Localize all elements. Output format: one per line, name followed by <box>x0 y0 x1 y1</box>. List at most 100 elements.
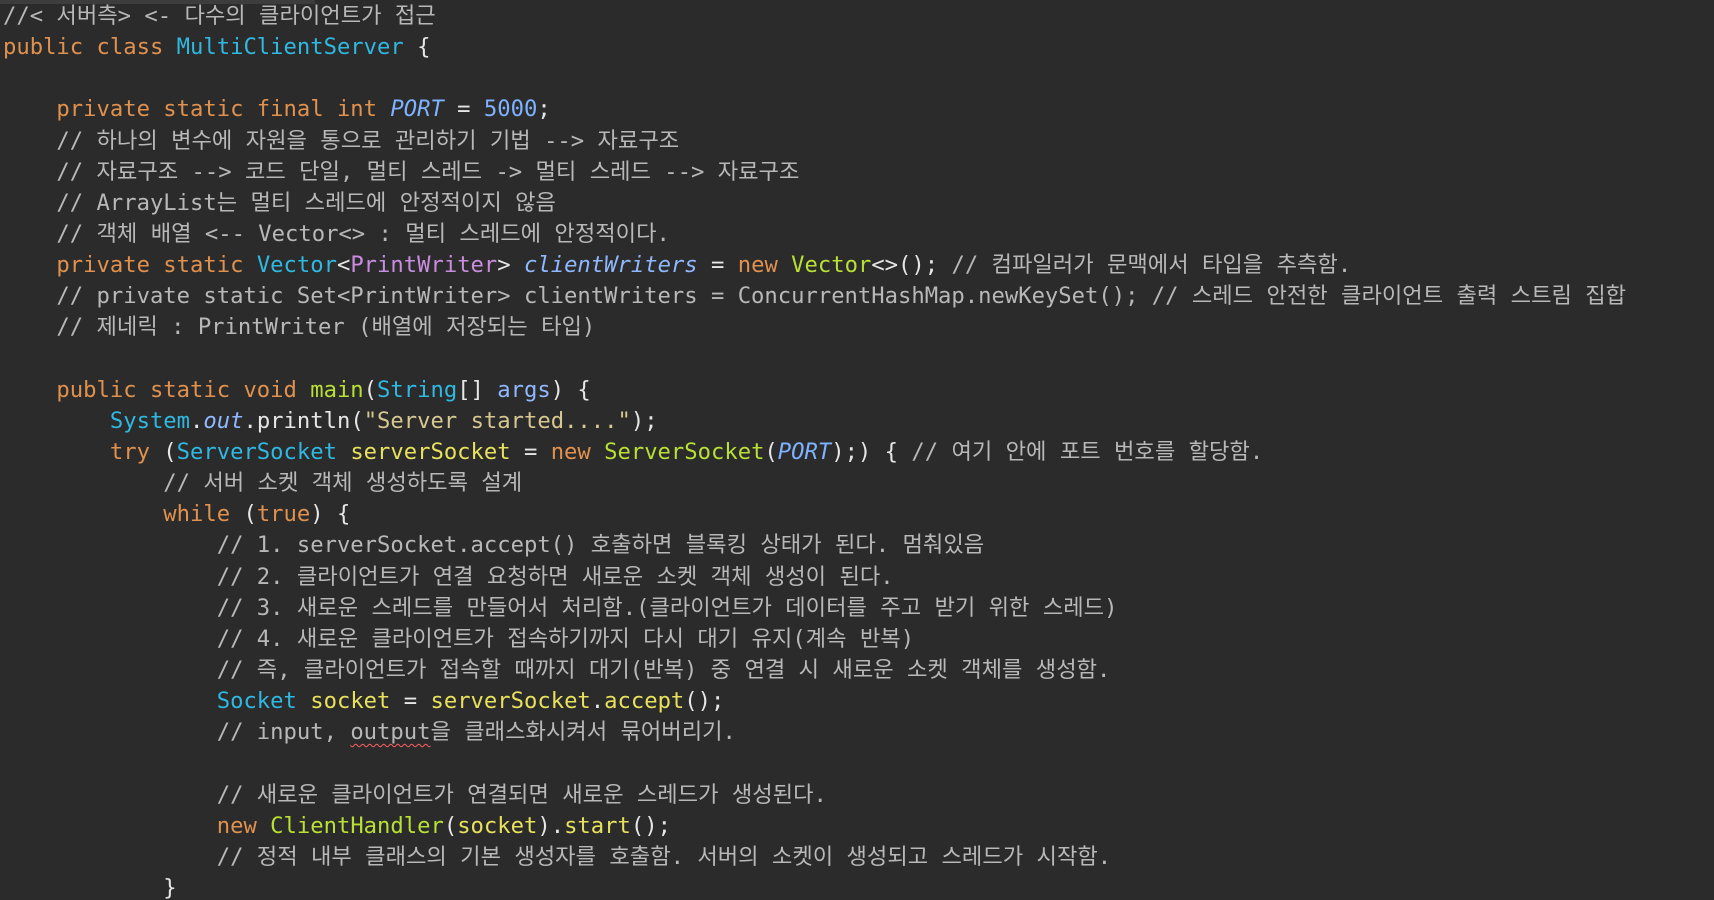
code-token-comment: // 새로운 클라이언트가 연결되면 새로운 스레드가 생성된다. <box>3 781 827 808</box>
code-token-default <box>3 688 217 714</box>
code-token-keyword: new <box>550 438 605 465</box>
code-line[interactable]: try (ServerSocket serverSocket = new Ser… <box>3 437 1626 468</box>
code-token-comment: //< 서버측> <- 다수의 클라이언트가 접근 <box>3 3 436 29</box>
code-token-field: clientWriters <box>524 252 698 279</box>
code-token-default: = <box>697 252 738 279</box>
code-token-comment: // 객체 배열 <-- Vector<> : 멀티 스레드에 안정적이다. <box>3 220 670 247</box>
code-token-default: (); <box>684 688 725 715</box>
code-token-comment: // 정적 내부 클래스의 기본 생성자를 호출함. 서버의 소켓이 생성되고 … <box>3 843 1112 870</box>
code-line[interactable]: // 1. serverSocket.accept() 호출하면 블록킹 상태가… <box>3 530 1626 561</box>
code-token-local: socket <box>310 688 391 715</box>
code-token-default <box>297 688 310 714</box>
code-token-type: ServerSocket <box>176 438 337 465</box>
code-line[interactable]: private static final int PORT = 5000; <box>3 94 1626 125</box>
code-token-default: ( <box>764 438 778 465</box>
code-token-comment: // 하나의 변수에 자원을 통으로 관리하기 기법 --> 자료구조 <box>3 127 680 154</box>
code-line[interactable]: public class MultiClientServer { <box>3 32 1626 63</box>
code-token-comment: // 1. serverSocket.accept() 호출하면 블록킹 상태가… <box>3 532 985 559</box>
code-line[interactable]: // 즉, 클라이언트가 접속할 때까지 대기(반복) 중 연결 시 새로운 소… <box>3 655 1626 686</box>
code-line[interactable]: // 자료구조 --> 코드 단일, 멀티 스레드 -> 멀티 스레드 --> … <box>3 157 1626 188</box>
code-line[interactable]: // 서버 소켓 객체 생성하도록 설계 <box>3 468 1626 499</box>
code-token-class-green: ServerSocket <box>604 438 765 465</box>
code-line[interactable]: // 새로운 클라이언트가 연결되면 새로운 스레드가 생성된다. <box>3 780 1626 811</box>
code-token-string: "Server started...." <box>363 407 631 434</box>
code-token-type: MultiClientServer <box>176 34 404 61</box>
code-token-default: < <box>336 252 351 279</box>
code-line[interactable]: public static void main(String[] args) { <box>3 375 1626 406</box>
code-token-keyword: public class <box>3 34 177 61</box>
code-line[interactable]: // 정적 내부 클래스의 기본 생성자를 호출함. 서버의 소켓이 생성되고 … <box>3 842 1626 873</box>
code-token-default: <>(); <box>871 252 952 279</box>
code-token-default: ) { <box>550 376 591 403</box>
code-line[interactable]: System.out.println("Server started....")… <box>3 406 1626 437</box>
code-token-generic: PrintWriter <box>350 252 498 279</box>
code-token-field: out <box>203 407 244 434</box>
code-line[interactable]: // 객체 배열 <-- Vector<> : 멀티 스레드에 안정적이다. <box>3 219 1626 250</box>
code-line[interactable]: // input, output을 클래스화시켜서 묶어버리기. <box>3 717 1626 748</box>
code-line[interactable]: // 3. 새로운 스레드를 만들어서 처리함.(클라이언트가 데이터를 주고 … <box>3 593 1626 624</box>
code-line[interactable]: // 4. 새로운 클라이언트가 접속하기까지 다시 대기 유지(계속 반복) <box>3 624 1626 655</box>
code-token-comment: // 제네릭 : PrintWriter (배열에 저장되는 타입) <box>3 314 596 341</box>
code-token-class-green: ClientHandler <box>270 812 444 839</box>
code-token-default: (); <box>630 812 671 839</box>
source-code[interactable]: //< 서버측> <- 다수의 클라이언트가 접근 public class Mu… <box>3 1 1626 900</box>
code-token-default: ) { <box>310 501 351 528</box>
code-token-default: ( <box>363 376 378 403</box>
code-line[interactable]: // 하나의 변수에 자원을 통으로 관리하기 기법 --> 자료구조 <box>3 126 1626 157</box>
code-line[interactable]: } <box>3 873 1626 900</box>
code-token-comment: // input, <box>3 719 351 746</box>
code-token-default <box>3 408 110 434</box>
code-token-default: [] <box>457 376 498 403</box>
code-token-default: ); <box>630 407 658 434</box>
code-token-type: Socket <box>216 688 297 715</box>
code-token-default: . <box>190 407 204 434</box>
code-token-keyword: try <box>3 438 164 465</box>
code-token-default: );) { <box>831 438 912 465</box>
code-token-default: .println( <box>243 407 364 434</box>
code-line[interactable]: private static Vector<PrintWriter> clien… <box>3 250 1626 281</box>
code-token-default: ( <box>163 438 177 465</box>
code-token-type: System <box>109 407 191 434</box>
code-token-keyword: while <box>3 501 244 528</box>
code-token-number: 5000 <box>483 96 538 123</box>
code-token-local: accept <box>604 688 685 715</box>
code-token-local: serverSocket <box>430 688 591 715</box>
code-line[interactable]: // ArrayList는 멀티 스레드에 안정적이지 않음 <box>3 188 1626 219</box>
code-line[interactable] <box>3 63 1626 94</box>
code-line[interactable]: while (true) { <box>3 499 1626 530</box>
code-token-comment: // 여기 안에 포트 번호를 할당함. <box>911 438 1264 465</box>
code-line[interactable] <box>3 344 1626 375</box>
code-token-local: socket <box>457 812 538 839</box>
code-token-comment: 을 클래스화시켜서 묶어버리기. <box>430 719 736 746</box>
code-token-comment: // private static Set<PrintWriter> clien… <box>3 283 1627 310</box>
code-token-type: Vector <box>256 252 337 279</box>
code-line[interactable]: // 제네릭 : PrintWriter (배열에 저장되는 타입) <box>3 312 1626 343</box>
code-line[interactable]: Socket socket = serverSocket.accept(); <box>3 686 1626 717</box>
code-token-comment: // 4. 새로운 클라이언트가 접속하기까지 다시 대기 유지(계속 반복) <box>3 625 915 652</box>
code-token-comment: // 2. 클라이언트가 연결 요청하면 새로운 소켓 객체 생성이 된다. <box>3 563 894 590</box>
code-token-default: = <box>390 688 431 715</box>
code-editor[interactable]: //< 서버측> <- 다수의 클라이언트가 접근 public class Mu… <box>0 0 1714 900</box>
code-token-default: = <box>443 96 484 123</box>
code-token-type: String <box>377 376 458 403</box>
code-token-keyword: private static final int <box>3 96 391 123</box>
code-token-default: > <box>497 252 524 279</box>
code-token-param: args <box>497 376 551 403</box>
code-line[interactable]: new ClientHandler(socket).start(); <box>3 811 1626 842</box>
code-line[interactable]: // 2. 클라이언트가 연결 요청하면 새로운 소켓 객체 생성이 된다. <box>3 562 1626 593</box>
code-token-default: = <box>510 438 551 465</box>
code-line[interactable]: // private static Set<PrintWriter> clien… <box>3 281 1626 312</box>
code-token-keyword: true <box>256 501 311 528</box>
code-token-keyword: private static <box>3 252 257 279</box>
code-token-class-green: main <box>310 376 364 403</box>
code-token-local: serverSocket <box>350 438 511 465</box>
code-line[interactable]: //< 서버측> <- 다수의 클라이언트가 접근 <box>3 1 1626 32</box>
code-token-constant: PORT <box>390 96 444 123</box>
code-line[interactable] <box>3 748 1626 779</box>
code-token-comment: // 서버 소켓 객체 생성하도록 설계 <box>3 470 523 497</box>
code-token-class-green: Vector <box>791 252 872 279</box>
code-token-comment: // 자료구조 --> 코드 단일, 멀티 스레드 -> 멀티 스레드 --> … <box>3 158 800 185</box>
code-token-default: ( <box>443 812 458 839</box>
code-token-comment: // 3. 새로운 스레드를 만들어서 처리함.(클라이언트가 데이터를 주고 … <box>3 594 1118 621</box>
code-token-comment: output <box>350 719 431 746</box>
